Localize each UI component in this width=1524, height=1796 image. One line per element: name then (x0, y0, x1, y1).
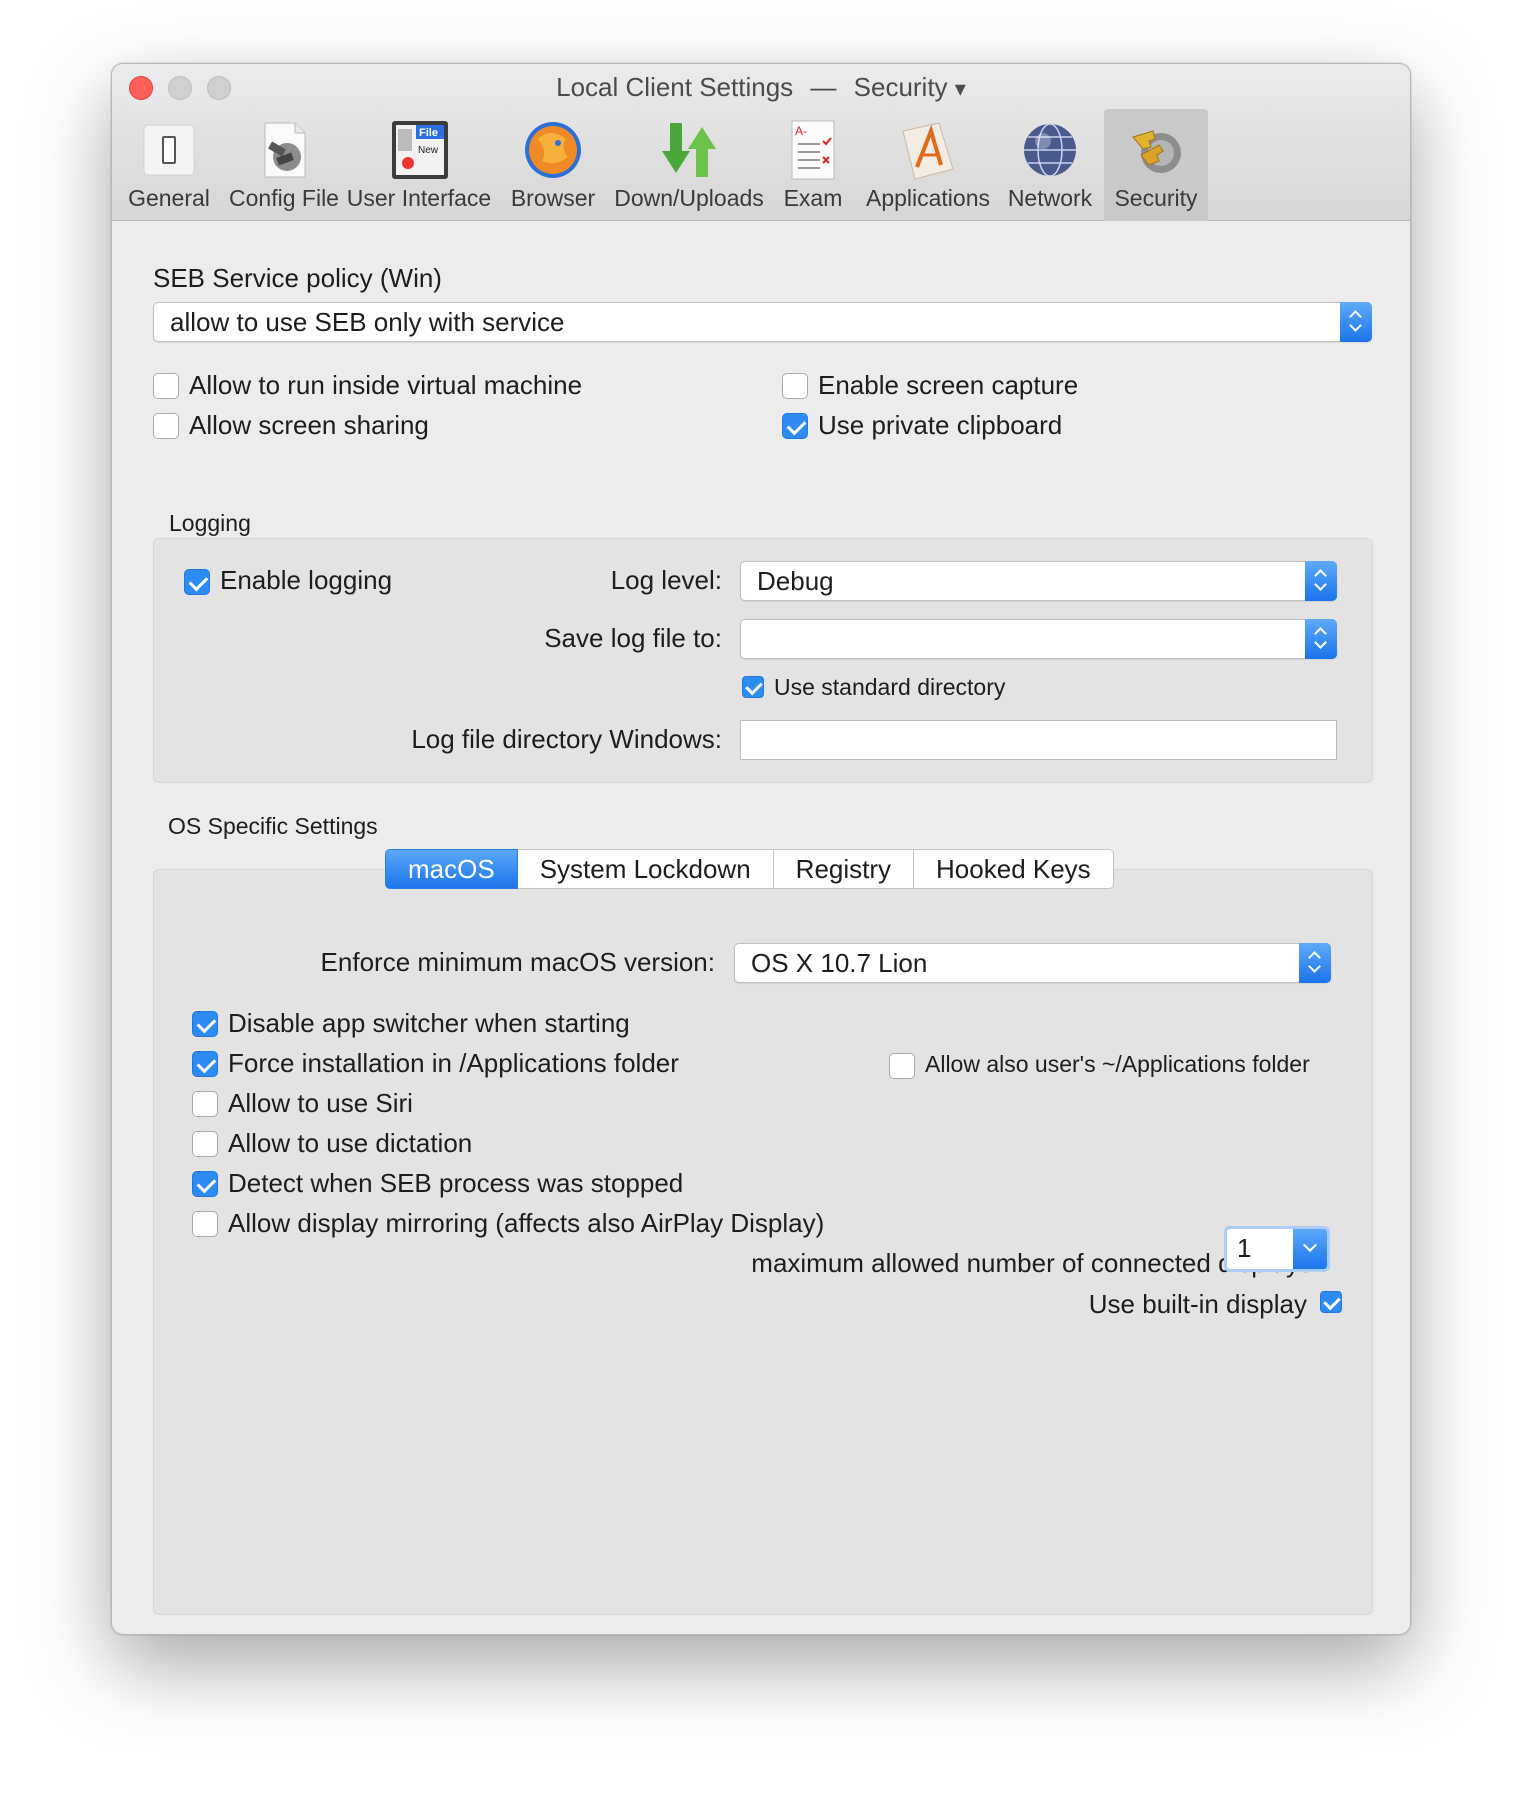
tab-system-lockdown[interactable]: System Lockdown (517, 849, 774, 889)
popup-arrows-icon (1299, 943, 1331, 983)
switch-icon (143, 124, 195, 176)
enable-screen-capture-label: Enable screen capture (818, 370, 1079, 400)
allow-screen-sharing-checkbox[interactable] (153, 413, 179, 439)
toolbar-label-applications: Applications (865, 185, 991, 211)
max-displays-field[interactable]: 1 (1227, 1229, 1327, 1269)
allow-screen-sharing-label: Allow screen sharing (189, 410, 429, 440)
tab-hooked-keys[interactable]: Hooked Keys (914, 849, 1114, 889)
tab-registry[interactable]: Registry (773, 849, 915, 889)
config-file-icon (264, 122, 306, 178)
toolbar-item-general[interactable]: General (115, 109, 223, 221)
standard-directory-checkbox[interactable] (742, 676, 764, 698)
toolbar-label-network: Network (1007, 185, 1093, 211)
window-title-section: Security (853, 72, 948, 102)
toolbar-label-down-uploads: Down/Uploads (614, 185, 764, 211)
max-displays-value: 1 (1237, 1233, 1252, 1263)
force-install-label: Force installation in /Applications fold… (228, 1048, 679, 1078)
log-dir-windows-label: Log file directory Windows: (411, 724, 722, 754)
save-log-select[interactable] (740, 619, 1337, 659)
toolbar-item-exam[interactable]: A- Exam (768, 109, 858, 221)
toolbar-label-general: General (128, 185, 210, 211)
window-title-text: Local Client Settings (556, 72, 794, 102)
security-keys-icon (1132, 130, 1181, 173)
min-macos-version-label: Enforce minimum macOS version: (320, 947, 715, 977)
toolbar-item-user-interface[interactable]: File New User Interface (345, 109, 493, 221)
log-level-label: Log level: (610, 565, 722, 595)
popup-arrows-icon (1305, 561, 1337, 601)
min-macos-version-select[interactable]: OS X 10.7 Lion (734, 943, 1331, 983)
standard-directory-label: Use standard directory (774, 674, 1006, 700)
popup-arrows-icon (1305, 619, 1337, 659)
allow-display-mirroring-checkbox[interactable] (192, 1211, 218, 1237)
allow-dictation-checkbox[interactable] (192, 1131, 218, 1157)
allow-user-apps-checkbox[interactable] (889, 1053, 915, 1079)
private-clipboard-checkbox[interactable] (782, 413, 808, 439)
toolbar-item-security[interactable]: Security (1104, 109, 1208, 221)
toolbar-label-security: Security (1114, 185, 1198, 211)
os-specific-section-title: OS Specific Settings (168, 813, 378, 839)
titlebar-toolbar: Local Client Settings — Security ▾ Gener… (112, 64, 1410, 221)
detect-process-stopped-label: Detect when SEB process was stopped (228, 1168, 684, 1198)
window-title[interactable]: Local Client Settings — Security ▾ (112, 72, 1410, 103)
chevron-down-icon[interactable] (1293, 1229, 1327, 1269)
os-tab-bar: macOS System Lockdown Registry Hooked Ke… (385, 849, 1114, 889)
allow-dictation-label: Allow to use dictation (228, 1128, 473, 1158)
service-policy-value: allow to use SEB only with service (170, 307, 565, 337)
max-displays-label: maximum allowed number of connected disp… (751, 1248, 1312, 1278)
user-interface-icon: File New (392, 121, 448, 179)
service-policy-label: SEB Service policy (Win) (153, 263, 442, 293)
enable-logging-label: Enable logging (220, 565, 393, 595)
down-uploads-icon (662, 123, 716, 177)
window-title-separator: — (810, 72, 837, 102)
logging-section-title: Logging (169, 510, 251, 536)
network-globe-icon (1024, 123, 1076, 177)
detect-process-stopped-checkbox[interactable] (192, 1171, 218, 1197)
ui-icon-file-text: File (419, 127, 438, 139)
allow-siri-checkbox[interactable] (192, 1091, 218, 1117)
service-policy-select[interactable]: allow to use SEB only with service (153, 302, 1372, 342)
toolbar-item-down-uploads[interactable]: Down/Uploads (612, 109, 766, 221)
title-dropdown-icon: ▾ (954, 76, 966, 101)
save-log-label: Save log file to: (544, 623, 722, 653)
builtin-display-checkbox[interactable] (1320, 1291, 1342, 1313)
enable-screen-capture-checkbox[interactable] (782, 373, 808, 399)
browser-icon (525, 122, 581, 178)
log-dir-windows-input[interactable] (740, 720, 1337, 760)
toolbar-label-browser: Browser (510, 185, 596, 211)
allow-vm-label: Allow to run inside virtual machine (189, 370, 583, 400)
ui-icon-new-text: New (418, 145, 439, 156)
allow-display-mirroring-label: Allow display mirroring (affects also Ai… (228, 1208, 825, 1238)
preferences-window: Local Client Settings — Security ▾ Gener… (111, 63, 1411, 1635)
toolbar-label-config-file: Config File (229, 185, 339, 211)
max-displays-combobox[interactable]: 1 (1224, 1226, 1330, 1272)
log-level-value: Debug (757, 566, 834, 596)
exam-icon: A- (791, 120, 835, 180)
tab-macos[interactable]: macOS (385, 849, 518, 889)
toolbar-label-user-interface: User Interface (346, 185, 492, 211)
enable-logging-checkbox[interactable] (184, 569, 210, 595)
popup-arrows-icon (1340, 302, 1372, 342)
force-install-checkbox[interactable] (192, 1051, 218, 1077)
min-macos-version-value: OS X 10.7 Lion (751, 948, 928, 978)
disable-app-switcher-label: Disable app switcher when starting (228, 1008, 630, 1038)
toolbar-item-browser[interactable]: Browser (496, 109, 610, 221)
builtin-display-label: Use built-in display (1088, 1289, 1307, 1319)
svg-text:A-: A- (795, 124, 807, 138)
allow-vm-checkbox[interactable] (153, 373, 179, 399)
allow-siri-label: Allow to use Siri (228, 1088, 413, 1118)
applications-icon (902, 122, 954, 180)
log-level-select[interactable]: Debug (740, 561, 1337, 601)
disable-app-switcher-checkbox[interactable] (192, 1011, 218, 1037)
private-clipboard-label: Use private clipboard (818, 410, 1063, 440)
toolbar-item-network[interactable]: Network (998, 109, 1102, 221)
toolbar-item-config-file[interactable]: Config File (225, 109, 343, 221)
toolbar-item-applications[interactable]: Applications (860, 109, 996, 221)
allow-user-apps-label: Allow also user's ~/Applications folder (925, 1051, 1310, 1077)
toolbar-label-exam: Exam (783, 185, 843, 211)
